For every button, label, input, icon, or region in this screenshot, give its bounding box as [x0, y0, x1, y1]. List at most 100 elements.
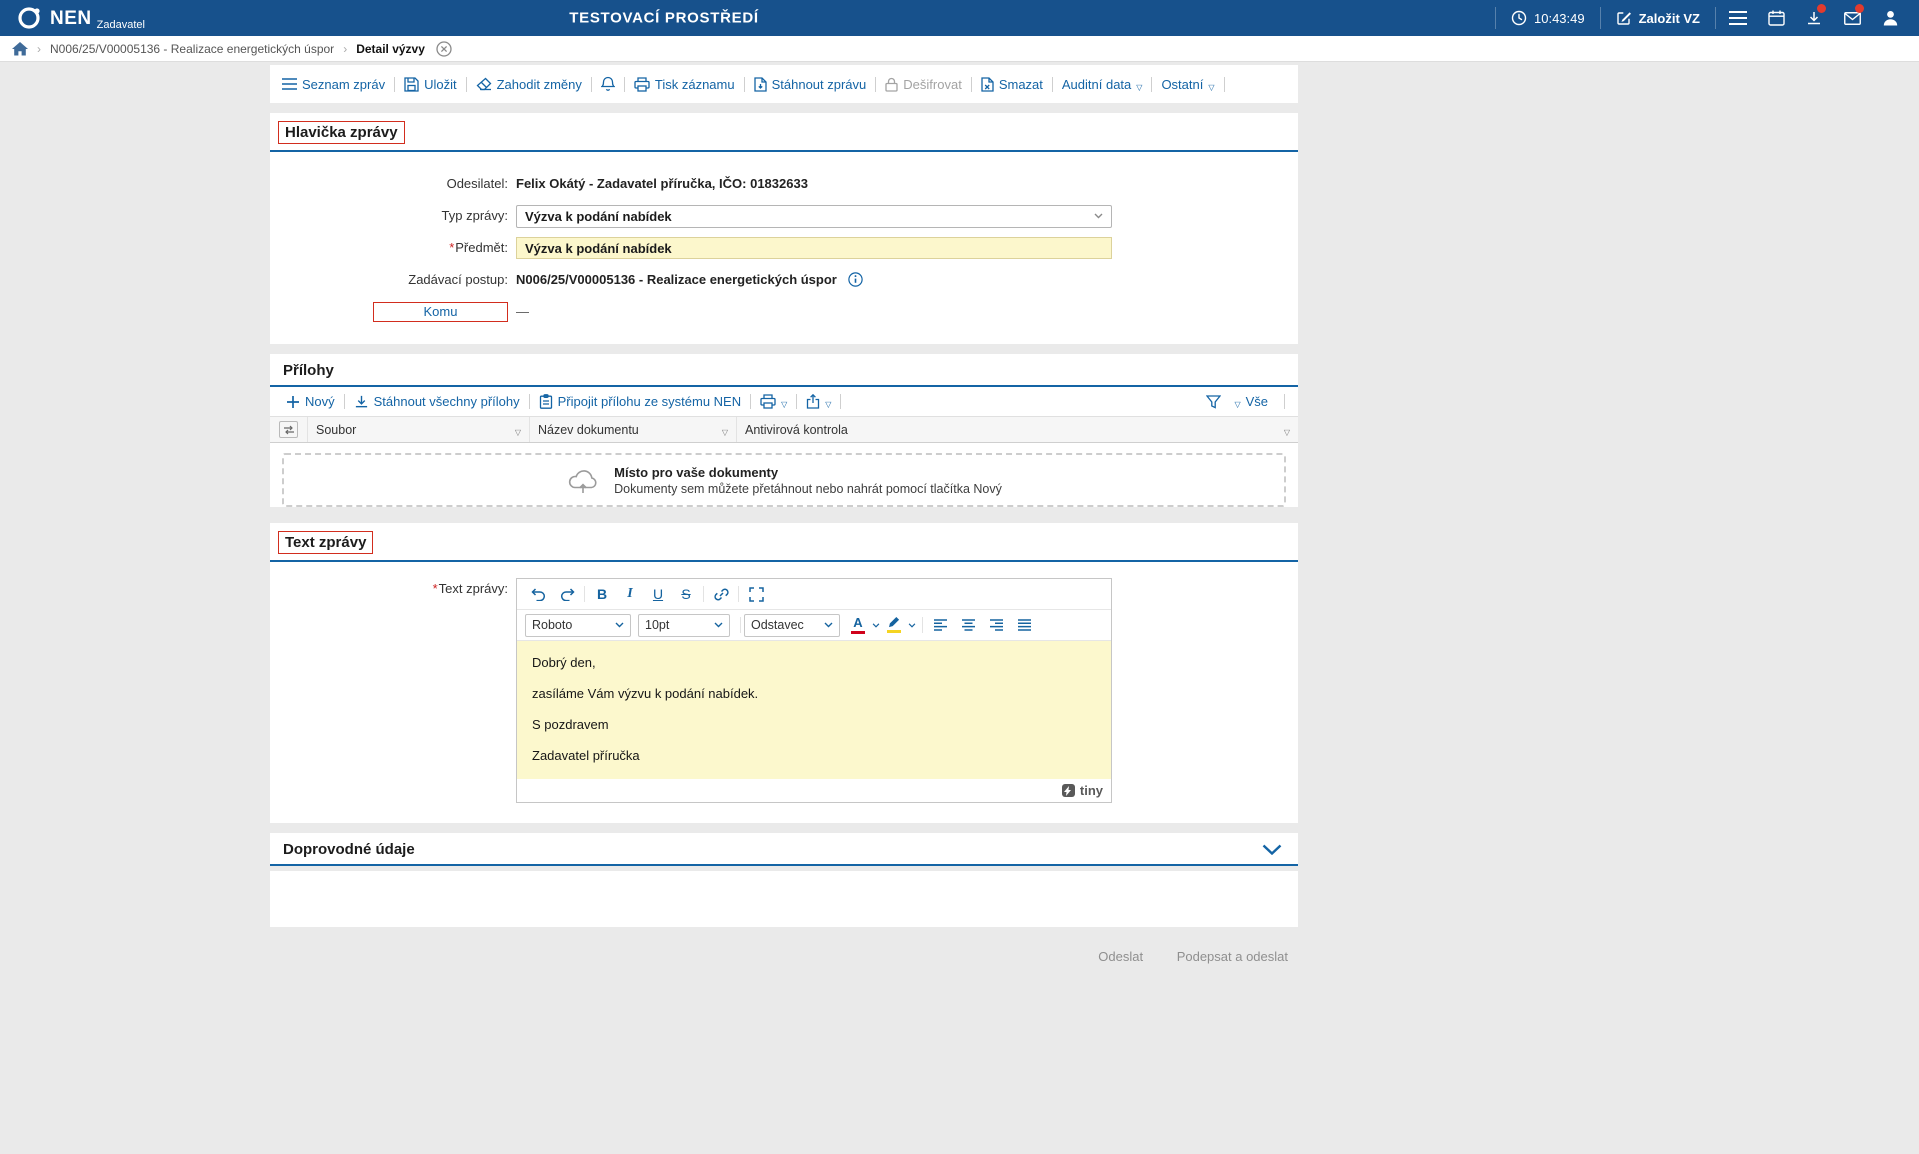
- dropdown-triangle-icon: [825, 394, 831, 409]
- other-button[interactable]: Ostatní: [1155, 77, 1220, 92]
- divider: [1052, 77, 1053, 92]
- brand-text: NEN Zadavatel: [50, 9, 145, 28]
- strikethrough-button[interactable]: [672, 581, 700, 607]
- create-vz-button[interactable]: Založit VZ: [1604, 10, 1712, 26]
- column-header-doc-name[interactable]: Název dokumentu: [530, 417, 737, 442]
- message-list-button[interactable]: Seznam zpráv: [276, 77, 391, 92]
- to-label-cell: Komu: [270, 301, 516, 323]
- font-size-select[interactable]: 10pt: [638, 614, 730, 637]
- printer-icon: [634, 77, 650, 92]
- highlight-color-button[interactable]: [883, 613, 905, 637]
- procedure-value-text: N006/25/V00005136 - Realizace energetick…: [516, 272, 837, 287]
- highlight-color-bar-icon: [887, 630, 901, 633]
- column-header-antivirus[interactable]: Antivirová kontrola: [737, 417, 1298, 442]
- filter-triangle-icon[interactable]: [722, 423, 728, 437]
- print-attachments-button[interactable]: [754, 394, 793, 409]
- block-format-select[interactable]: Odstavec: [744, 614, 840, 637]
- procedure-value: N006/25/V00005136 - Realizace energetick…: [516, 269, 863, 291]
- breadcrumb-separator-icon: ›: [343, 42, 347, 56]
- print-record-button[interactable]: Tisk záznamu: [628, 77, 741, 92]
- align-right-button[interactable]: [982, 612, 1010, 638]
- funnel-icon[interactable]: [1206, 395, 1221, 409]
- divider: [344, 394, 345, 409]
- close-tab-icon[interactable]: [436, 41, 452, 57]
- filter-all-button[interactable]: Vše: [1228, 394, 1274, 409]
- menu-button[interactable]: [1719, 0, 1757, 36]
- undo-button[interactable]: [525, 581, 553, 607]
- align-center-button[interactable]: [954, 612, 982, 638]
- export-attachments-button[interactable]: [800, 394, 837, 409]
- breadcrumb-procedure[interactable]: N006/25/V00005136 - Realizace energetick…: [50, 42, 334, 56]
- highlight-color-dropdown[interactable]: [905, 613, 919, 637]
- column-header-file[interactable]: Soubor: [308, 417, 530, 442]
- divider: [591, 77, 592, 92]
- underline-button[interactable]: [644, 581, 672, 607]
- accompanying-data-head[interactable]: Doprovodné údaje: [270, 833, 1298, 866]
- send-button[interactable]: Odeslat: [1098, 949, 1143, 964]
- info-icon[interactable]: [848, 272, 863, 287]
- decrypt-button[interactable]: Dešifrovat: [879, 77, 968, 92]
- message-type-select[interactable]: Výzva k podání nabídek: [516, 205, 1112, 228]
- fullscreen-button[interactable]: [742, 581, 770, 607]
- create-vz-label: Založit VZ: [1639, 11, 1700, 26]
- align-left-button[interactable]: [926, 612, 954, 638]
- editor-toolbar-row2: Roboto 10pt Odstavec: [517, 610, 1111, 641]
- notification-badge: [1855, 4, 1864, 13]
- profile-button[interactable]: [1871, 0, 1909, 36]
- font-family-select[interactable]: Roboto: [525, 614, 631, 637]
- footer-actions: Odeslat Podepsat a odeslat: [270, 937, 1298, 964]
- notifications-button[interactable]: [595, 76, 621, 92]
- tinymce-brand: tiny: [1080, 783, 1103, 798]
- topbar-actions: 10:43:49 Založit VZ: [1492, 0, 1919, 36]
- filter-triangle-icon[interactable]: [515, 423, 521, 437]
- editor-content[interactable]: Dobrý den, zasíláme Vám výzvu k podání n…: [517, 641, 1111, 779]
- attach-from-nen-button[interactable]: Připojit přílohu ze systému NEN: [533, 394, 748, 409]
- column-chooser-button[interactable]: [279, 421, 298, 438]
- breadcrumb-separator-icon: ›: [37, 42, 41, 56]
- message-text-section-head: Text zprávy: [270, 523, 1298, 562]
- editor-paragraph: S pozdravem: [532, 715, 1096, 734]
- server-clock: 10:43:49: [1499, 10, 1597, 26]
- align-justify-button[interactable]: [1010, 612, 1038, 638]
- save-button[interactable]: Uložit: [398, 77, 463, 92]
- file-dropzone[interactable]: Místo pro vaše dokumenty Dokumenty sem m…: [282, 453, 1286, 507]
- new-attachment-button[interactable]: Nový: [280, 394, 341, 409]
- dropdown-triangle-icon: [1208, 77, 1214, 92]
- attachments-section: Přílohy Nový Stáhnout všechny přílohy: [270, 354, 1298, 507]
- nen-logo[interactable]: NEN Zadavatel: [0, 0, 161, 36]
- italic-button[interactable]: [616, 581, 644, 607]
- bold-button[interactable]: [588, 581, 616, 607]
- audit-data-button[interactable]: Auditní data: [1056, 77, 1149, 92]
- editor-paragraph: zasíláme Vám výzvu k podání nabídek.: [532, 684, 1096, 703]
- link-button[interactable]: [707, 581, 735, 607]
- audit-data-label: Auditní data: [1062, 77, 1131, 92]
- home-button[interactable]: [12, 42, 28, 56]
- subject-input[interactable]: [516, 237, 1112, 259]
- editor-toolbar-row1: [517, 579, 1111, 610]
- to-value: —: [516, 301, 529, 323]
- sign-and-send-button[interactable]: Podepsat a odeslat: [1177, 949, 1288, 964]
- calendar-button[interactable]: [1757, 0, 1795, 36]
- message-type-value: Výzva k podání nabídek: [525, 209, 1094, 224]
- divider: [1151, 77, 1152, 92]
- divider: [624, 77, 625, 92]
- print-record-label: Tisk záznamu: [655, 77, 735, 92]
- to-button[interactable]: Komu: [373, 302, 508, 322]
- download-icon: [354, 394, 369, 409]
- text-color-button[interactable]: A: [847, 613, 869, 637]
- discard-changes-button[interactable]: Zahodit změny: [470, 77, 588, 92]
- message-list-label: Seznam zpráv: [302, 77, 385, 92]
- download-message-button[interactable]: Stáhnout zprávu: [748, 77, 873, 92]
- redo-button[interactable]: [553, 581, 581, 607]
- downloads-button[interactable]: [1795, 0, 1833, 36]
- delete-button[interactable]: Smazat: [975, 77, 1049, 92]
- text-color-dropdown[interactable]: [869, 613, 883, 637]
- download-all-attachments-button[interactable]: Stáhnout všechny přílohy: [348, 394, 526, 409]
- breadcrumb-current[interactable]: Detail výzvy: [356, 42, 425, 56]
- attach-from-nen-label: Připojit přílohu ze systému NEN: [558, 394, 742, 409]
- filter-triangle-icon[interactable]: [1284, 423, 1290, 437]
- expand-chevron-icon[interactable]: [1262, 844, 1286, 855]
- editor-paragraph: Dobrý den,: [532, 653, 1096, 672]
- messages-button[interactable]: [1833, 0, 1871, 36]
- share-icon: [806, 394, 820, 409]
